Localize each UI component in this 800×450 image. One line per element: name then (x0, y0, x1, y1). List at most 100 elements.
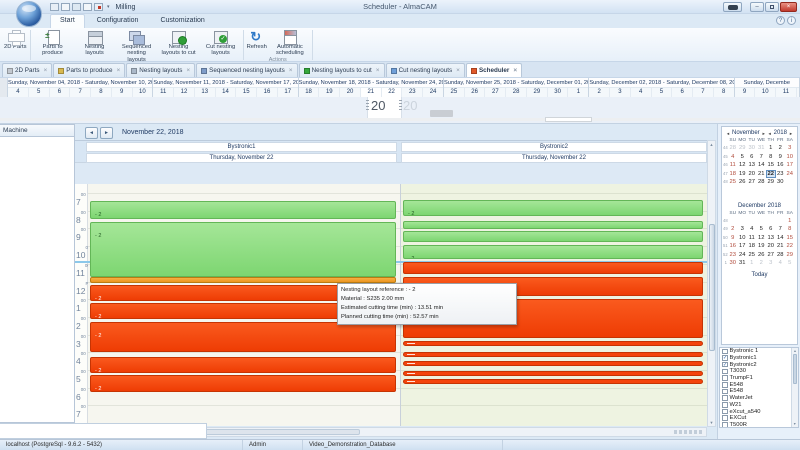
timeline-week[interactable]: Sunday, November 25, 2018 - Saturday, De… (444, 78, 589, 97)
calendar-day[interactable]: 1 (747, 259, 757, 268)
appointment-block[interactable]: - 2 (90, 201, 396, 219)
machine-checkbox[interactable] (722, 389, 728, 395)
timeline-day-cell[interactable]: 30 (548, 88, 569, 97)
timeline-day-cell[interactable]: 18 (299, 88, 320, 97)
timeline-day-cell[interactable]: 25 (444, 88, 465, 97)
appointment-block[interactable]: - 2 (90, 375, 396, 392)
timeline-day-cell[interactable]: 1 (568, 88, 589, 97)
calendar-day[interactable]: 22 (785, 242, 795, 251)
machine-list-item[interactable]: ✓Bystronic2 (720, 361, 798, 368)
machine-list-item[interactable]: W21 (720, 402, 798, 409)
calendar-day[interactable]: 18 (728, 170, 738, 179)
calendar-day[interactable]: 16 (776, 161, 786, 170)
timeline-day-cell[interactable]: 29 (527, 88, 548, 97)
calendar-day[interactable] (728, 217, 738, 226)
close-button[interactable]: × (780, 2, 797, 12)
calendar-day[interactable]: 19 (738, 170, 748, 179)
calendar-day[interactable]: 2 (776, 144, 786, 153)
timeline-day-cell[interactable]: 23 (402, 88, 423, 97)
prev-month-icon[interactable]: ◄ (726, 131, 730, 136)
machine-list-item[interactable]: T500R (720, 422, 798, 428)
qat-layout-icon[interactable] (50, 3, 59, 11)
tab-close-icon[interactable]: × (186, 67, 190, 74)
refresh-button[interactable]: Refresh (245, 29, 269, 57)
cut-nesting-layouts-button[interactable]: Cut nesting layouts (200, 29, 242, 63)
calendar-day[interactable]: 4 (747, 225, 757, 234)
calendar-day[interactable]: 23 (776, 170, 786, 179)
timeline-day-cell[interactable]: 4 (631, 88, 652, 97)
calendar-day[interactable]: 8 (785, 225, 795, 234)
range-right-grip-icon[interactable] (399, 100, 402, 111)
machine-scroll-thumb[interactable] (793, 354, 797, 384)
qat-dropdown-caret-icon[interactable]: ▾ (107, 4, 110, 10)
nesting-layouts-to-cut-button[interactable]: Nesting layouts to cut (158, 29, 200, 63)
appointment-block[interactable] (403, 352, 703, 357)
machine-checkbox[interactable] (722, 369, 728, 375)
tab-close-icon[interactable]: × (44, 67, 48, 74)
calendar-day[interactable]: 9 (776, 153, 786, 162)
appointment-block[interactable]: - 2 (403, 262, 703, 274)
appointment-block[interactable] (403, 341, 703, 346)
calendar-day[interactable]: 30 (776, 178, 786, 187)
machine-list-item[interactable]: WaterJet (720, 395, 798, 402)
timeline-day-cell[interactable]: 7 (693, 88, 714, 97)
calendar-day[interactable]: 16 (728, 242, 738, 251)
timeline-week[interactable]: Sunday, December 02, 2018 - Saturday, De… (589, 78, 734, 97)
calendar-day[interactable]: 28 (776, 251, 786, 260)
timeline-day-cell[interactable]: 26 (465, 88, 486, 97)
next-day-button[interactable]: ► (100, 127, 113, 139)
appointment-block[interactable]: - 2 (403, 231, 703, 242)
timeline-day-cell[interactable]: 6 (672, 88, 693, 97)
calendar-day[interactable]: 12 (757, 234, 767, 243)
calendar-day[interactable]: 20 (766, 242, 776, 251)
2d-parts-button[interactable]: 2D Parts (2, 29, 29, 54)
calendar-day[interactable] (766, 217, 776, 226)
calendar-day[interactable]: 10 (738, 234, 748, 243)
calendar-day[interactable]: 8 (766, 153, 776, 162)
ribbon-tab-configuration[interactable]: Configuration (87, 14, 149, 28)
calendar-day[interactable] (738, 217, 748, 226)
calendar-day[interactable]: 24 (785, 170, 795, 179)
tab-close-icon[interactable]: × (289, 67, 293, 74)
machine-list-item[interactable]: E548 (720, 388, 798, 395)
machine-checkbox[interactable] (722, 395, 728, 401)
calendar-day[interactable]: 10 (785, 153, 795, 162)
timeline-day-cell[interactable]: 14 (216, 88, 237, 97)
scroll-up-icon[interactable]: ▲ (708, 142, 715, 147)
application-menu-orb-icon[interactable] (16, 1, 42, 27)
calendar-day[interactable]: 2 (757, 259, 767, 268)
calendar-day[interactable]: 15 (785, 234, 795, 243)
prev-day-button[interactable]: ◄ (85, 127, 98, 139)
timeline-day-cell[interactable]: 8 (91, 88, 112, 97)
appointment-block[interactable]: - 2 (403, 245, 703, 259)
calendar-day[interactable]: 13 (766, 234, 776, 243)
timeline-day-cell[interactable]: 8 (714, 88, 735, 97)
timeline-range-thumb[interactable] (545, 117, 592, 122)
timeline-day-cell[interactable]: 15 (236, 88, 257, 97)
appointment-block[interactable]: - 2 (90, 322, 396, 352)
timeline-day-cell[interactable]: 10 (755, 88, 776, 97)
calendar-day[interactable]: 1 (785, 217, 795, 226)
calendar-day[interactable]: 29 (766, 178, 776, 187)
calendar-day[interactable]: 27 (766, 251, 776, 260)
doc-tab-scheduler[interactable]: Scheduler× (466, 63, 522, 77)
calendar-day[interactable]: 20 (747, 170, 757, 179)
ribbon-tab-customization[interactable]: Customization (150, 14, 214, 28)
timeline-day-cell[interactable]: 17 (278, 88, 299, 97)
machine-list-item[interactable]: TrumpF1 (720, 375, 798, 382)
timeline-day-cell[interactable]: 11 (153, 88, 174, 97)
machine-list-scrollbar[interactable]: ▲ ▼ (791, 348, 798, 427)
appointment-block[interactable] (403, 361, 703, 366)
timeline-day-cell[interactable]: 5 (652, 88, 673, 97)
doc-tab-nesting-layouts[interactable]: Nesting layouts× (126, 63, 195, 77)
timeline-day-cell[interactable]: 11 (776, 88, 797, 97)
calendar-day[interactable]: 17 (785, 161, 795, 170)
next-month-icon[interactable]: ► (762, 131, 766, 136)
calendar-day[interactable]: 28 (757, 178, 767, 187)
calendar-day[interactable] (776, 217, 786, 226)
appointment-block[interactable]: - 2 (90, 222, 396, 277)
tab-close-icon[interactable]: × (376, 67, 380, 74)
doc-tab-parts-to-produce[interactable]: Parts to produce× (53, 63, 125, 77)
appointment-block[interactable]: - 2 (403, 221, 703, 229)
machine-checkbox[interactable]: ✓ (722, 362, 728, 368)
